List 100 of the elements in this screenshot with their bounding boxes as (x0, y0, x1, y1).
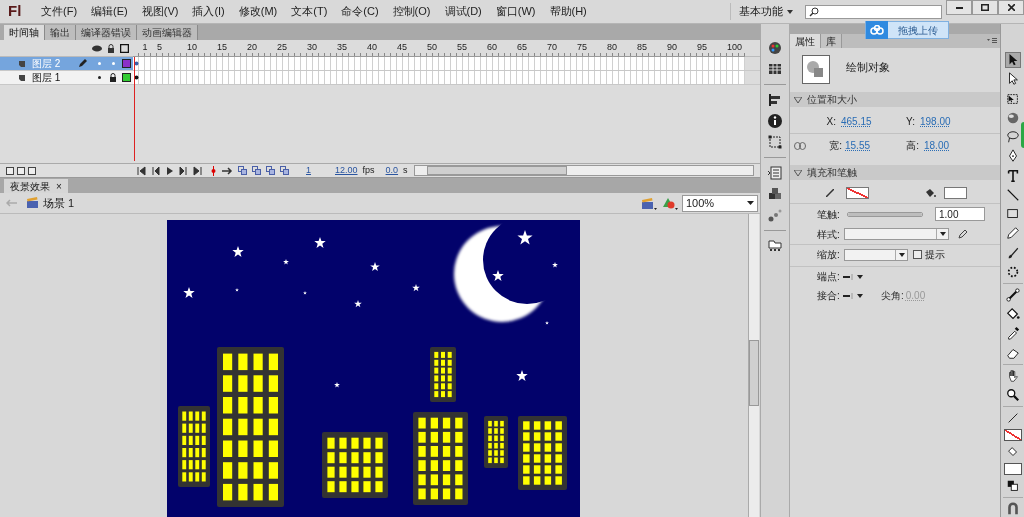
swatches-icon[interactable] (767, 61, 783, 77)
panel-menu-icon[interactable] (987, 38, 997, 44)
layer-name[interactable]: 图层 1 (32, 70, 78, 85)
step-back-icon[interactable] (151, 165, 160, 176)
y-value[interactable]: 198.00 (920, 113, 951, 129)
fill-color-swatch[interactable] (1003, 463, 1022, 475)
panel-tab[interactable]: 时间轴 (4, 25, 45, 40)
search-field[interactable] (805, 4, 942, 19)
frame-number: 15 (217, 40, 228, 54)
frame-number: 35 (337, 40, 348, 54)
menu-item[interactable]: 文件(F) (34, 3, 85, 20)
free-transform-icon (1005, 91, 1020, 106)
panel-tab[interactable]: 输出 (45, 25, 76, 40)
menu-item[interactable]: 插入(I) (185, 3, 232, 20)
panel-tab[interactable]: 库 (821, 34, 842, 48)
close-button[interactable] (998, 0, 1024, 15)
panel-tab[interactable]: 动画编辑器 (137, 25, 198, 40)
width-value[interactable]: 15.55 (845, 140, 871, 152)
caret-icon[interactable] (857, 274, 863, 279)
center-frame-icon[interactable] (211, 165, 216, 176)
align-icon[interactable] (767, 92, 783, 108)
menu-item[interactable]: 调试(D) (437, 3, 489, 20)
x-value[interactable]: 465.15 (841, 115, 872, 127)
star (314, 237, 326, 248)
frame-number: 1 (141, 40, 149, 54)
minimize-button[interactable] (946, 0, 972, 15)
eye-icon[interactable] (92, 44, 102, 52)
upload-badge[interactable]: 拖拽上传 (865, 21, 949, 39)
height-value[interactable]: 18.00 (924, 138, 950, 153)
new-layer-icon[interactable] (6, 166, 14, 175)
layer-row[interactable]: 图层 1 (0, 71, 133, 84)
components-icon[interactable] (767, 186, 783, 202)
onion-outline-icon[interactable] (252, 166, 261, 175)
menu-item[interactable]: 帮助(H) (542, 3, 594, 20)
frame-number: 5 (157, 40, 163, 54)
section-title: 位置和大小 (807, 93, 857, 107)
vertical-scrollbar[interactable] (748, 214, 759, 517)
menu-item[interactable]: 文本(T) (284, 3, 335, 20)
caret-icon[interactable] (857, 293, 863, 298)
info-icon[interactable] (767, 113, 783, 129)
layer-color-swatch[interactable] (122, 59, 131, 68)
edit-frames-icon[interactable] (266, 166, 275, 175)
folder-icon[interactable] (17, 166, 25, 175)
hints-checkbox[interactable] (913, 250, 922, 259)
zoom-dropdown[interactable]: 100% (682, 194, 758, 212)
play-icon[interactable] (165, 165, 174, 176)
section-header[interactable]: 位置和大小 (790, 92, 1000, 107)
fill-color-swatch[interactable] (944, 187, 967, 199)
transform-icon[interactable] (767, 134, 783, 150)
maximize-button[interactable] (972, 0, 998, 15)
code-snippets-icon[interactable] (767, 165, 783, 181)
menu-item[interactable]: 编辑(E) (84, 3, 135, 20)
style-label: 样式: (817, 227, 841, 242)
loop-icon[interactable] (221, 166, 233, 175)
layer-color-swatch[interactable] (122, 73, 131, 82)
menu-item[interactable]: 修改(M) (231, 3, 285, 20)
pencil-tool[interactable] (1004, 225, 1021, 242)
close-tab-button[interactable]: × (56, 178, 62, 194)
panel-tab[interactable]: 属性 (790, 34, 821, 48)
menu-item[interactable]: 视图(V) (134, 3, 186, 20)
stroke-color-swatch[interactable] (1003, 429, 1022, 441)
unlocked-dot-icon[interactable] (111, 62, 115, 65)
workspace-dropdown[interactable]: 基本功能 (730, 3, 793, 20)
elapsed-time-value[interactable]: 0.0 (385, 163, 399, 178)
section-header[interactable]: 填充和笔触 (790, 165, 1000, 180)
step-forward-icon[interactable] (179, 165, 188, 176)
stroke-color-swatch[interactable] (846, 187, 869, 199)
last-frame-icon[interactable] (193, 165, 202, 176)
menu-item[interactable]: 控制(O) (385, 3, 438, 20)
horizontal-scrollbar[interactable] (413, 165, 754, 176)
edit-scene-icon[interactable] (641, 196, 657, 210)
menu-item[interactable]: 命令(C) (334, 3, 386, 20)
current-frame-value[interactable]: 1 (306, 163, 328, 178)
scale-dropdown[interactable] (844, 248, 908, 261)
style-dropdown[interactable] (844, 228, 949, 240)
project-icon[interactable] (767, 238, 783, 254)
link-icon[interactable] (794, 141, 806, 150)
palette-icon[interactable] (767, 40, 783, 56)
lock-icon[interactable] (109, 73, 117, 82)
markers-icon[interactable] (280, 166, 289, 175)
edit-symbols-icon[interactable] (662, 196, 678, 210)
trash-icon[interactable] (28, 166, 36, 175)
selection-tool[interactable] (1004, 52, 1021, 69)
lock-icon[interactable] (107, 43, 115, 53)
stroke-slider-fill[interactable] (848, 212, 922, 216)
zoom-tool[interactable] (1004, 386, 1021, 404)
first-frame-icon[interactable] (137, 165, 146, 176)
onion-skin-icon[interactable] (238, 166, 247, 175)
menu-item[interactable]: 窗口(W) (488, 3, 543, 20)
star (517, 230, 533, 245)
bone-tool[interactable] (1004, 286, 1021, 304)
document-tab[interactable]: 夜景效果 × (4, 179, 68, 193)
stroke-size-field[interactable]: 1.00 (935, 207, 985, 221)
outline-icon[interactable] (120, 43, 129, 53)
visible-dot-icon[interactable] (97, 76, 101, 79)
visible-dot-icon[interactable] (97, 62, 101, 65)
motion-presets-icon[interactable] (767, 207, 783, 223)
pencil-icon[interactable] (958, 229, 968, 239)
frame-rate-value[interactable]: 12.00 (335, 163, 358, 178)
panel-tab[interactable]: 编译器错误 (76, 25, 137, 40)
